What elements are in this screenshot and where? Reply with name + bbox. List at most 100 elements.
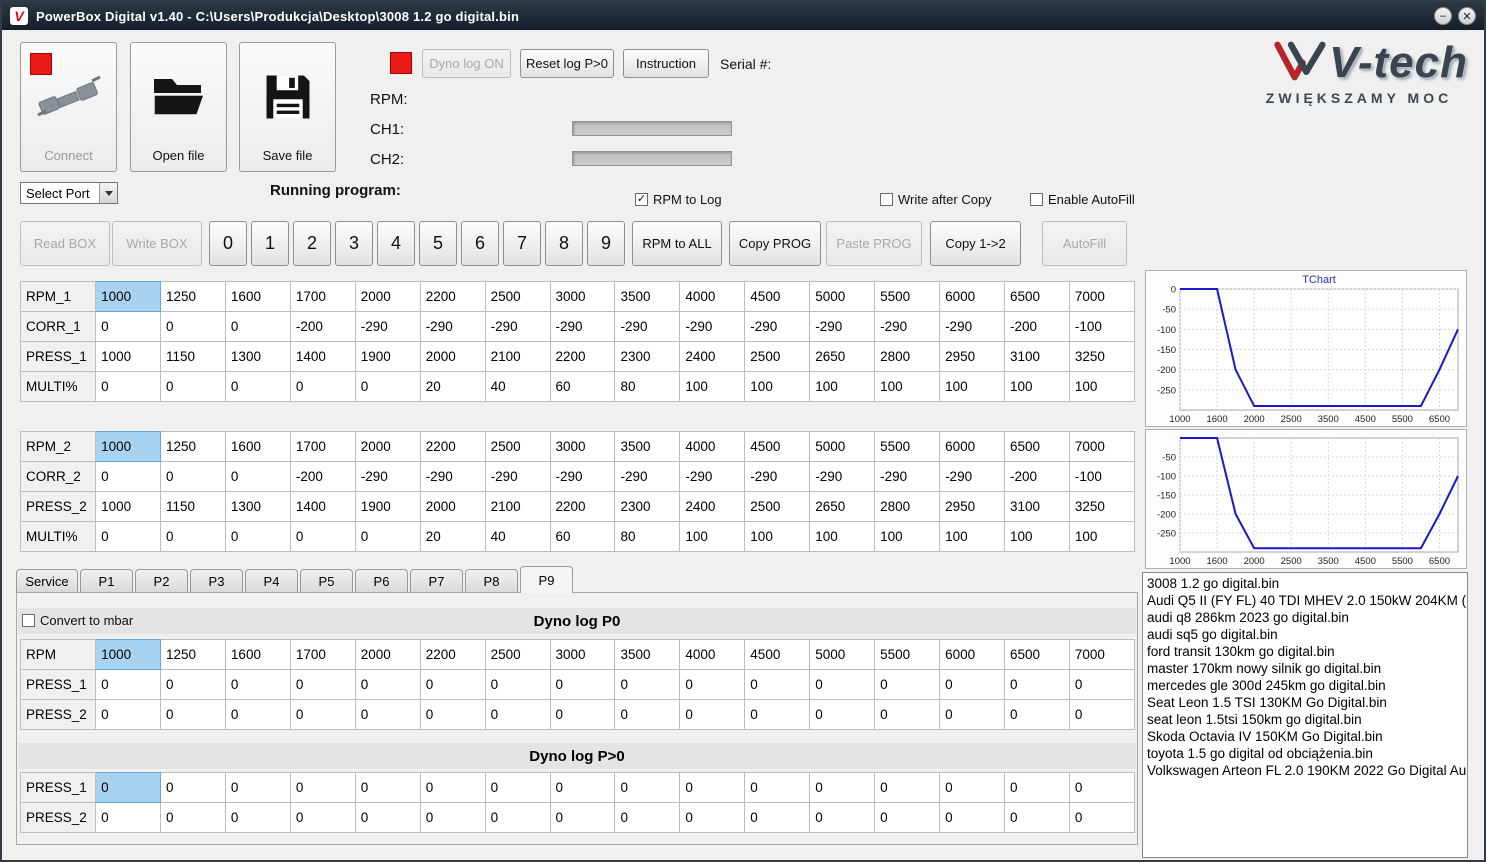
table-cell[interactable]: 1250: [160, 431, 226, 462]
write-box-button[interactable]: Write BOX: [112, 221, 202, 266]
copy-prog-button[interactable]: Copy PROG: [729, 221, 821, 266]
table-cell[interactable]: 100: [939, 521, 1005, 552]
table-cell[interactable]: 2500: [484, 281, 551, 312]
table-cell[interactable]: 100: [1068, 521, 1136, 552]
table-cell[interactable]: -290: [874, 311, 941, 342]
table-cell[interactable]: 2300: [614, 491, 681, 522]
table-cell[interactable]: 0: [1003, 772, 1070, 803]
table-cell[interactable]: 0: [354, 521, 421, 552]
table-cell[interactable]: 2000: [419, 491, 486, 522]
table-cell[interactable]: 2400: [679, 491, 746, 522]
table-cell[interactable]: 100: [874, 521, 941, 552]
file-list-item[interactable]: seat leon 1.5tsi 150km go digital.bin: [1147, 711, 1467, 728]
table-cell[interactable]: 0: [289, 669, 356, 700]
table-cell[interactable]: 0: [1068, 699, 1136, 730]
paste-prog-button[interactable]: Paste PROG: [826, 221, 922, 266]
tab-p2[interactable]: P2: [135, 569, 188, 593]
table-cell[interactable]: 1400: [289, 491, 356, 522]
table-cell[interactable]: -200: [289, 311, 356, 342]
table-cell[interactable]: 1000: [95, 639, 161, 670]
table-cell[interactable]: 40: [484, 521, 551, 552]
table-cell[interactable]: 4000: [679, 639, 746, 670]
table-cell[interactable]: 6000: [939, 639, 1005, 670]
table-cell[interactable]: 100: [679, 521, 746, 552]
table-cell[interactable]: -200: [1003, 311, 1070, 342]
digit-button-8[interactable]: 8: [545, 221, 583, 266]
title-bar[interactable]: V PowerBox Digital v1.40 - C:\Users\Prod…: [2, 2, 1484, 30]
table-cell[interactable]: 2000: [419, 341, 486, 372]
file-list-item[interactable]: master 170km nowy silnik go digital.bin: [1147, 660, 1467, 677]
table-cell[interactable]: 0: [809, 669, 876, 700]
table-cell[interactable]: 4500: [744, 431, 811, 462]
table-cell[interactable]: 0: [224, 311, 291, 342]
tab-p1[interactable]: P1: [80, 569, 133, 593]
table-cell[interactable]: 0: [224, 521, 291, 552]
table-cell[interactable]: 0: [614, 802, 681, 833]
table-cell[interactable]: 0: [354, 699, 421, 730]
table-cell[interactable]: 0: [484, 802, 551, 833]
table-cell[interactable]: 0: [614, 669, 681, 700]
reset-log-button[interactable]: Reset log P>0: [520, 49, 614, 78]
file-list-item[interactable]: audi q8 286km 2023 go digital.bin: [1147, 609, 1467, 626]
table-cell[interactable]: 1150: [160, 341, 226, 372]
table-cell[interactable]: 100: [744, 371, 811, 402]
table-cell[interactable]: 0: [160, 669, 226, 700]
table-cell[interactable]: 0: [484, 699, 551, 730]
table-cell[interactable]: 1900: [354, 341, 421, 372]
file-list-item[interactable]: audi sq5 go digital.bin: [1147, 626, 1467, 643]
table-cell[interactable]: 5000: [809, 431, 876, 462]
table-cell[interactable]: -100: [1068, 461, 1136, 492]
table-cell[interactable]: 20: [419, 521, 486, 552]
table-cell[interactable]: 0: [95, 772, 161, 803]
table-cell[interactable]: -290: [679, 311, 746, 342]
table-cell[interactable]: 0: [289, 371, 356, 402]
table-cell[interactable]: 0: [160, 772, 226, 803]
table-cell[interactable]: -290: [809, 461, 876, 492]
minimize-button[interactable]: –: [1434, 7, 1452, 25]
table-cell[interactable]: -200: [1003, 461, 1070, 492]
table-cell[interactable]: 100: [744, 521, 811, 552]
table-cell[interactable]: 2000: [354, 281, 421, 312]
table-cell[interactable]: -290: [484, 461, 551, 492]
table-cell[interactable]: 100: [1003, 521, 1070, 552]
table-cell[interactable]: 0: [419, 699, 486, 730]
tab-service[interactable]: Service: [16, 569, 78, 593]
file-list-item[interactable]: ford transit 130km go digital.bin: [1147, 643, 1467, 660]
table-cell[interactable]: 0: [1068, 772, 1136, 803]
table-cell[interactable]: 0: [224, 772, 291, 803]
table-cell[interactable]: 2400: [679, 341, 746, 372]
table-cell[interactable]: 1700: [289, 639, 356, 670]
table-cell[interactable]: 1250: [160, 639, 226, 670]
table-cell[interactable]: 0: [679, 772, 746, 803]
table-cell[interactable]: 0: [419, 802, 486, 833]
digit-button-0[interactable]: 0: [209, 221, 247, 266]
table-cell[interactable]: 0: [744, 669, 811, 700]
table-cell[interactable]: 2200: [419, 639, 486, 670]
digit-button-7[interactable]: 7: [503, 221, 541, 266]
file-list-item[interactable]: 3008 1.2 go digital.bin: [1147, 575, 1467, 592]
table-cell[interactable]: 20: [419, 371, 486, 402]
connect-button[interactable]: Connect: [20, 42, 117, 172]
table-cell[interactable]: 2100: [484, 341, 551, 372]
table-cell[interactable]: 0: [744, 772, 811, 803]
table-cell[interactable]: 3100: [1003, 491, 1070, 522]
table-cell[interactable]: 0: [809, 802, 876, 833]
table-cell[interactable]: -290: [549, 311, 616, 342]
digit-button-9[interactable]: 9: [587, 221, 625, 266]
table-cell[interactable]: -200: [289, 461, 356, 492]
rpm-to-all-button[interactable]: RPM to ALL: [632, 221, 722, 266]
table-cell[interactable]: 100: [874, 371, 941, 402]
table-cell[interactable]: 1150: [160, 491, 226, 522]
table-cell[interactable]: 0: [224, 371, 291, 402]
table-cell[interactable]: 3250: [1068, 491, 1136, 522]
table-cell[interactable]: 6000: [939, 281, 1005, 312]
table-cell[interactable]: -290: [484, 311, 551, 342]
table-cell[interactable]: 0: [744, 802, 811, 833]
table-cell[interactable]: 2800: [874, 341, 941, 372]
table-cell[interactable]: 0: [160, 521, 226, 552]
table-cell[interactable]: 0: [224, 669, 291, 700]
table-cell[interactable]: 6500: [1003, 431, 1070, 462]
table-cell[interactable]: 0: [939, 699, 1005, 730]
close-button[interactable]: ✕: [1458, 7, 1476, 25]
table-cell[interactable]: -290: [419, 311, 486, 342]
